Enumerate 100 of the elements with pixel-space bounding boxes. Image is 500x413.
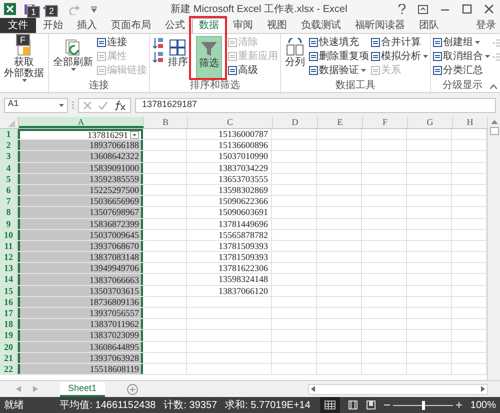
column-header[interactable]: F bbox=[363, 117, 408, 128]
row-header[interactable]: 6 bbox=[0, 184, 18, 196]
ribbon-tab[interactable]: 数据 bbox=[192, 18, 226, 33]
row-header[interactable]: 19 bbox=[0, 330, 18, 341]
ribbon-tab[interactable]: 团队 bbox=[412, 18, 446, 33]
row-header[interactable]: 20 bbox=[0, 342, 18, 352]
row-header[interactable]: 3 bbox=[0, 151, 18, 162]
file-tab[interactable]: 文件 bbox=[0, 18, 36, 33]
ribbon-button[interactable]: 快速填充 bbox=[309, 36, 369, 49]
ribbon-button[interactable]: 连接 bbox=[97, 36, 147, 49]
scroll-thumb[interactable] bbox=[490, 127, 498, 135]
ribbon-button[interactable]: 创建组 bbox=[433, 36, 490, 49]
row-header[interactable]: 12 bbox=[0, 252, 18, 262]
ribbon-tab[interactable]: 开始 bbox=[36, 18, 70, 33]
table-cell: 13781449696 bbox=[218, 218, 268, 228]
table-cell: 15037010990 bbox=[218, 151, 268, 162]
vertical-scrollbar[interactable] bbox=[487, 117, 500, 380]
row-header[interactable]: 22 bbox=[0, 364, 18, 374]
icon-button[interactable] bbox=[152, 36, 164, 49]
row-header[interactable]: 11 bbox=[0, 240, 18, 252]
sheet-icon bbox=[97, 52, 106, 61]
ribbon-button[interactable]: 合并计算 bbox=[371, 36, 428, 49]
status-text: 计数: 39357 bbox=[164, 398, 218, 412]
row-header[interactable]: 13 bbox=[0, 263, 18, 274]
ribbon-button[interactable]: 模拟分析 bbox=[371, 50, 428, 63]
sheet-tab[interactable]: Sheet1 bbox=[60, 382, 105, 396]
formula-field[interactable]: 13781629187 bbox=[135, 98, 496, 112]
sheet-icon bbox=[97, 66, 106, 75]
slider-thumb[interactable] bbox=[422, 400, 425, 410]
ribbon-button[interactable]: 高级 bbox=[228, 64, 278, 77]
ribbon-tab[interactable]: 视图 bbox=[260, 18, 294, 33]
ribbon-tab[interactable]: 负载测试 bbox=[294, 18, 348, 33]
sign-in-link[interactable]: 登录 bbox=[476, 19, 496, 33]
sheet-icon bbox=[97, 38, 106, 47]
table-cell: 13781622306 bbox=[218, 263, 268, 274]
page-layout-icon[interactable] bbox=[348, 400, 358, 410]
help-icon[interactable] bbox=[398, 4, 406, 14]
normal-view-icon[interactable] bbox=[320, 397, 340, 413]
row-header[interactable]: 1 bbox=[0, 129, 18, 140]
icon-button[interactable] bbox=[152, 50, 164, 63]
row-header[interactable]: 8 bbox=[0, 207, 18, 218]
sheet-icon bbox=[309, 66, 318, 75]
maximize-icon[interactable] bbox=[462, 4, 472, 14]
check-icon[interactable] bbox=[98, 100, 108, 110]
row-header[interactable]: 10 bbox=[0, 230, 18, 240]
ribbon-button[interactable]: 分类汇总 bbox=[433, 64, 490, 77]
filter-dropdown-icon[interactable] bbox=[130, 131, 139, 140]
name-box[interactable]: A1 bbox=[4, 98, 68, 112]
page-break-icon[interactable] bbox=[366, 400, 376, 410]
column-header[interactable]: E bbox=[318, 117, 363, 128]
ribbon-button[interactable]: 数据验证 bbox=[309, 64, 369, 77]
ribbon-display-icon[interactable] bbox=[418, 4, 428, 14]
collapse-icon[interactable] bbox=[490, 84, 497, 89]
zoom-out-icon[interactable] bbox=[384, 402, 390, 408]
table-cell: 13592385559 bbox=[18, 174, 143, 184]
row-header[interactable]: 15 bbox=[0, 286, 18, 296]
row-header[interactable]: 5 bbox=[0, 174, 18, 184]
column-header[interactable]: A bbox=[19, 117, 144, 128]
horizontal-scrollbar[interactable] bbox=[308, 384, 488, 394]
row-header[interactable]: 4 bbox=[0, 162, 18, 173]
ribbon-button[interactable]: 全部刷新 bbox=[51, 36, 95, 80]
row-header[interactable]: 2 bbox=[0, 140, 18, 150]
ribbon-tab[interactable]: 审阅 bbox=[226, 18, 260, 33]
row-header[interactable]: 9 bbox=[0, 218, 18, 229]
sheet-icon bbox=[309, 38, 318, 47]
column-header[interactable]: C bbox=[188, 117, 273, 128]
ribbon-button[interactable]: 分列 bbox=[283, 36, 307, 80]
spreadsheet-logo-icon bbox=[4, 3, 16, 15]
zoom-level[interactable]: 100% bbox=[470, 398, 496, 412]
ribbon-tab[interactable]: 插入 bbox=[70, 18, 104, 33]
row-header[interactable]: 21 bbox=[0, 352, 18, 363]
row-header[interactable]: 16 bbox=[0, 296, 18, 307]
row-header[interactable]: 18 bbox=[0, 319, 18, 330]
row-header[interactable]: 14 bbox=[0, 274, 18, 285]
close-icon[interactable] bbox=[484, 4, 494, 14]
zoom-in-icon[interactable] bbox=[456, 402, 462, 408]
ribbon-tab[interactable]: 页面布局 bbox=[104, 18, 158, 33]
column-header[interactable]: B bbox=[144, 117, 188, 128]
customize-icon[interactable] bbox=[91, 5, 97, 13]
ribbon-button[interactable]: 筛选 bbox=[196, 36, 222, 80]
table-cell: 15839091000 bbox=[18, 162, 143, 173]
table-cell: 13598324148 bbox=[218, 274, 268, 284]
ribbon-tab[interactable]: 公式 bbox=[158, 18, 192, 33]
function-icon[interactable] bbox=[114, 100, 126, 110]
scroll-right-icon bbox=[481, 386, 485, 392]
row-header[interactable]: 7 bbox=[0, 196, 18, 206]
table-cell: 13937068670 bbox=[18, 240, 143, 252]
group-label: 分级显示 bbox=[442, 80, 484, 92]
status-text: 平均值: 14661152438 bbox=[60, 398, 156, 412]
keytip-tooltip: 2 bbox=[45, 5, 58, 17]
ribbon-button[interactable]: 删除重复项 bbox=[309, 50, 369, 63]
caret-icon bbox=[59, 104, 64, 106]
table-cell: 13837066663 bbox=[18, 274, 143, 285]
column-header[interactable]: G bbox=[408, 117, 453, 128]
ribbon-button[interactable]: 取消组合 bbox=[433, 50, 490, 63]
row-header[interactable]: 17 bbox=[0, 308, 18, 318]
ribbon-tab[interactable]: 福昕阅读器 bbox=[348, 18, 412, 33]
column-header[interactable]: D bbox=[273, 117, 318, 128]
table-cell: 15518608119 bbox=[18, 364, 143, 374]
ribbon-button[interactable]: 排序 bbox=[166, 36, 190, 80]
